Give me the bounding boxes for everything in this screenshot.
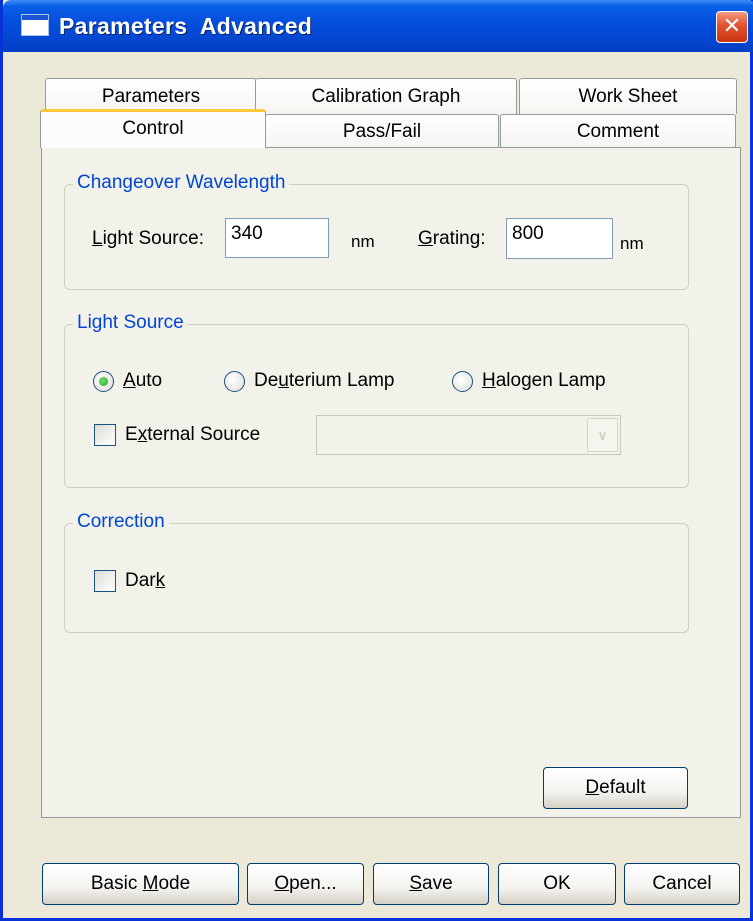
chevron-down-icon[interactable]: ∨: [587, 418, 618, 452]
group-title: Light Source: [73, 312, 188, 334]
external-source-label[interactable]: External Source: [125, 424, 260, 446]
window-icon: [21, 14, 49, 36]
grating-unit-label: nm: [620, 234, 644, 253]
mnemonic: D: [585, 777, 600, 798]
button-label: pen...: [289, 873, 337, 894]
light-source-wavelength-input[interactable]: 340: [225, 218, 329, 258]
button-label: OK: [543, 873, 571, 894]
radio-selected-dot: [99, 377, 108, 386]
default-button[interactable]: Default: [543, 767, 688, 809]
ok-button[interactable]: OK: [498, 863, 616, 905]
tab-label: Comment: [576, 121, 660, 142]
external-source-dropdown[interactable]: ∨: [316, 415, 621, 455]
tab-label: Calibration Graph: [311, 86, 461, 107]
title-bar[interactable]: Parameters Advanced ✕: [3, 0, 753, 52]
label-text: E: [125, 424, 138, 445]
grating-wavelength-input[interactable]: 800: [506, 218, 613, 259]
button-label: ode: [158, 873, 191, 894]
auto-radio-label[interactable]: Auto: [123, 370, 162, 392]
dark-checkbox[interactable]: [94, 570, 116, 592]
mnemonic: A: [123, 370, 136, 391]
tab-label: Control: [122, 118, 184, 139]
open-button[interactable]: Open...: [247, 863, 364, 905]
tab-label: Parameters: [101, 86, 201, 107]
light-source-group: Light Source: [64, 312, 689, 488]
deuterium-lamp-radio[interactable]: [224, 371, 245, 392]
tab-control[interactable]: Control: [40, 109, 266, 148]
deuterium-lamp-radio-label[interactable]: Deuterium Lamp: [254, 370, 394, 392]
tab-calibration-graph[interactable]: Calibration Graph: [255, 78, 517, 114]
mnemonic: H: [482, 370, 496, 391]
button-label: efault: [599, 777, 646, 798]
light-source-wavelength-label: Light Source:: [92, 228, 204, 250]
label-text: De: [254, 370, 279, 391]
tab-comment[interactable]: Comment: [500, 114, 736, 148]
mnemonic: G: [418, 228, 433, 249]
window-title: Parameters Advanced: [59, 13, 313, 39]
dark-checkbox-label[interactable]: Dark: [125, 570, 165, 592]
external-source-checkbox[interactable]: [94, 424, 116, 446]
mnemonic: O: [274, 873, 290, 894]
label-text: Dar: [125, 570, 156, 591]
label-text: ternal Source: [147, 424, 261, 445]
button-label: Cancel: [652, 873, 712, 894]
button-label: ave: [422, 873, 453, 894]
input-value: 340: [231, 223, 263, 244]
label-text: ight Source:: [102, 228, 204, 249]
light-source-unit-label: nm: [351, 232, 375, 251]
tab-work-sheet[interactable]: Work Sheet: [519, 78, 737, 114]
halogen-lamp-radio[interactable]: [452, 371, 473, 392]
group-title: Changeover Wavelength: [73, 172, 290, 194]
mnemonic: u: [278, 370, 289, 391]
tab-label: Pass/Fail: [342, 121, 422, 142]
button-label: Basic: [90, 873, 143, 894]
label-text: alogen Lamp: [495, 370, 606, 391]
mnemonic: x: [137, 424, 148, 445]
tab-label: Work Sheet: [578, 86, 678, 107]
mnemonic: k: [155, 570, 166, 591]
basic-mode-button[interactable]: Basic Mode: [42, 863, 239, 905]
label-text: terium Lamp: [288, 370, 395, 391]
auto-radio[interactable]: [93, 371, 114, 392]
cancel-button[interactable]: Cancel: [624, 863, 740, 905]
mnemonic: M: [142, 873, 159, 894]
label-text: rating:: [432, 228, 486, 249]
close-button[interactable]: ✕: [716, 11, 748, 43]
grating-label: Grating:: [418, 228, 486, 250]
tab-pass-fail[interactable]: Pass/Fail: [265, 114, 499, 148]
halogen-lamp-radio-label[interactable]: Halogen Lamp: [482, 370, 606, 392]
close-icon: ✕: [722, 14, 742, 39]
mnemonic: L: [92, 228, 103, 249]
input-value: 800: [512, 223, 544, 244]
group-title: Correction: [73, 511, 169, 533]
save-button[interactable]: Save: [373, 863, 489, 905]
dialog-window: Parameters Advanced ✕ Parameters Calibra…: [0, 0, 753, 921]
mnemonic: S: [409, 873, 423, 894]
label-text: uto: [135, 370, 163, 391]
